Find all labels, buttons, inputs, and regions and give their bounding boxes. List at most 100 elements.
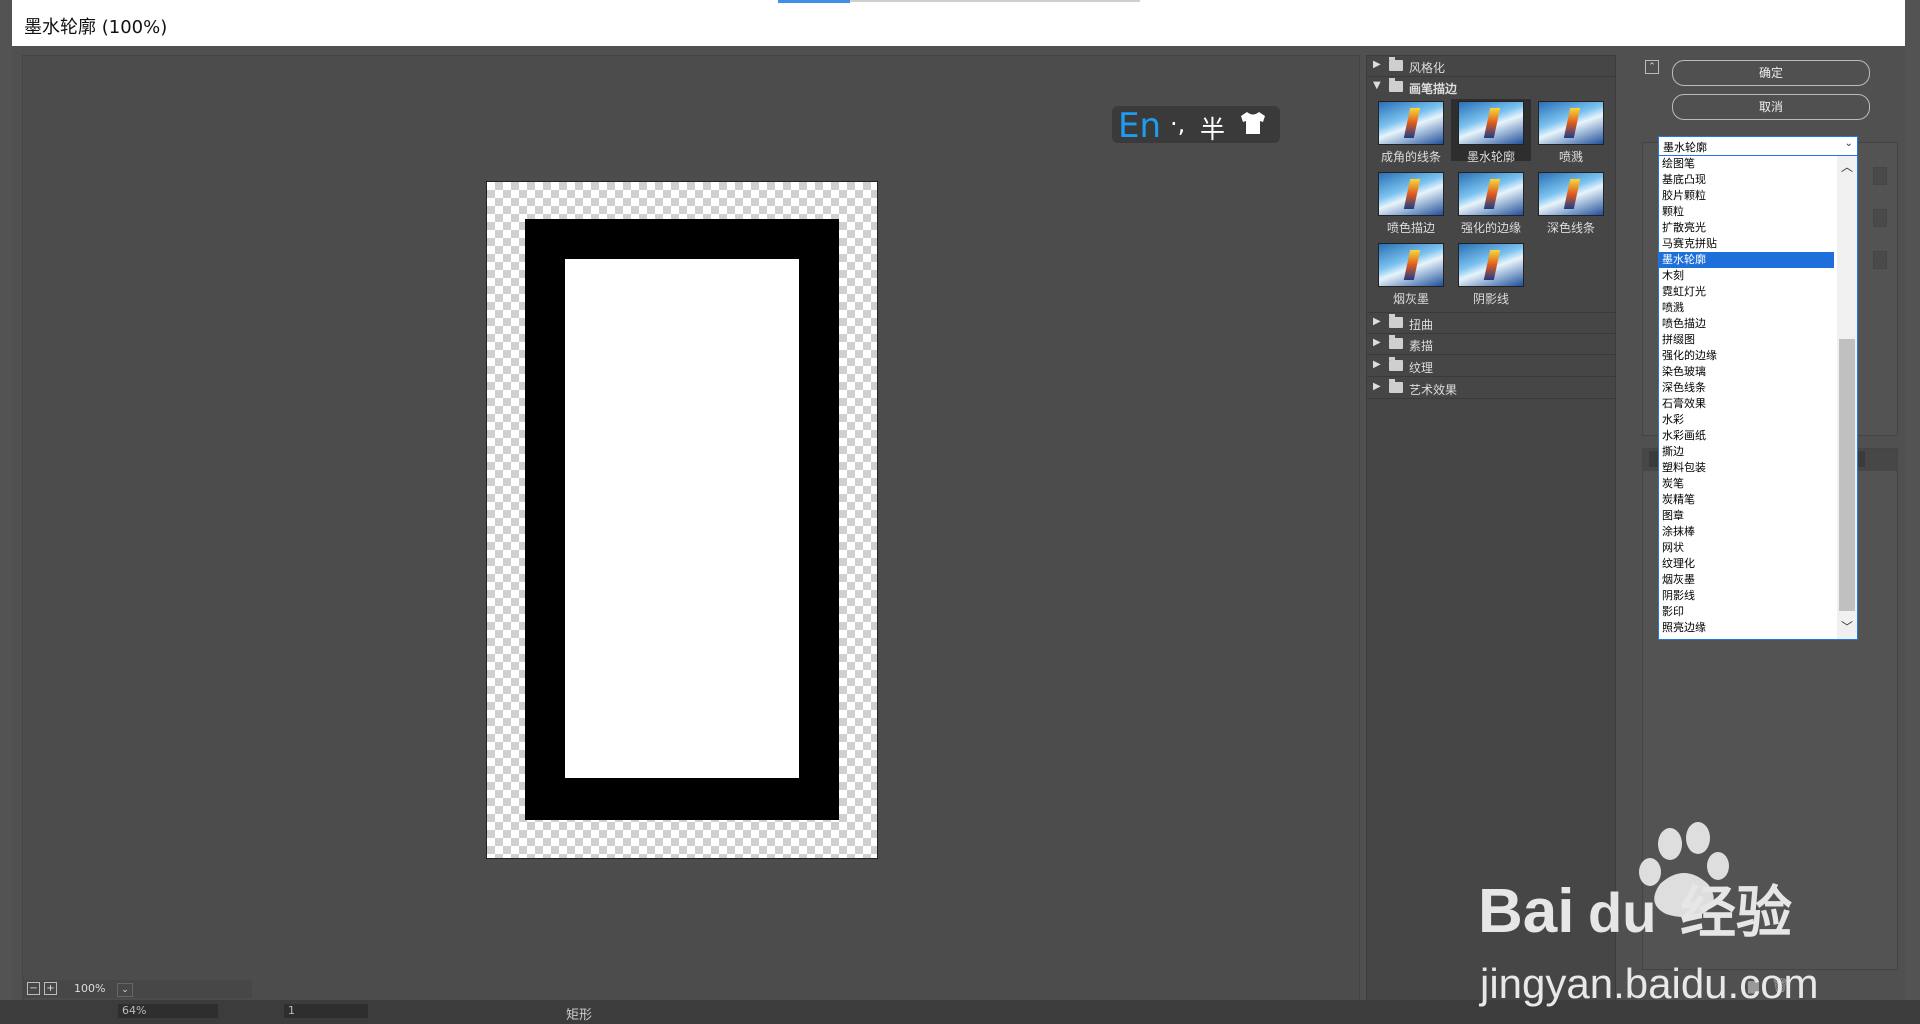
filter-thumb[interactable]: 喷色描边 (1371, 170, 1451, 235)
filter-thumbnail-image (1378, 101, 1444, 145)
expand-arrow-icon[interactable]: ▶ (1373, 59, 1381, 70)
filter-option[interactable]: 扩散亮光 (1659, 220, 1834, 236)
title-accent-bar-2 (850, 0, 1140, 2)
preview-canvas (486, 181, 878, 859)
filter-option[interactable]: 网状 (1659, 540, 1834, 556)
zoom-value[interactable]: 100% (74, 982, 105, 995)
dropdown-scrollbar[interactable]: ︿ ﹀ (1837, 156, 1857, 639)
filter-thumbnail-image (1378, 172, 1444, 216)
minus-box-icon[interactable]: − (27, 982, 40, 995)
param-slider-stub[interactable] (1873, 209, 1887, 227)
category-sketch[interactable]: ▶ 素描 (1367, 334, 1615, 355)
collapse-up-icon[interactable]: ⌃ (1645, 60, 1659, 74)
filter-option[interactable]: 撕边 (1659, 444, 1834, 460)
folder-icon (1389, 357, 1403, 371)
expand-arrow-icon[interactable]: ▶ (1373, 337, 1381, 348)
filter-thumb[interactable]: 强化的边缘 (1451, 170, 1531, 235)
filter-option[interactable]: 马赛克拼贴 (1659, 236, 1834, 252)
param-slider-stub[interactable] (1873, 251, 1887, 269)
filter-option[interactable]: 涂抹棒 (1659, 524, 1834, 540)
filter-option[interactable]: 染色玻璃 (1659, 364, 1834, 380)
dialog-titlebar: 墨水轮廓 (100%) (12, 0, 1905, 47)
param-slider-stub[interactable] (1873, 167, 1887, 185)
filter-option[interactable]: 纹理化 (1659, 556, 1834, 572)
filter-thumbnail-image (1378, 243, 1444, 287)
category-brush-strokes[interactable]: ▼ 画笔描边 (1367, 77, 1615, 97)
ime-status-bar[interactable]: En ·, 半 (1112, 106, 1280, 146)
filter-thumb[interactable]: 烟灰墨 (1371, 241, 1451, 306)
cancel-button[interactable]: 取消 (1672, 94, 1870, 120)
filter-thumbnail-image (1538, 172, 1604, 216)
filter-option[interactable]: 炭精笔 (1659, 492, 1834, 508)
ime-width[interactable]: 半 (1200, 110, 1225, 146)
filter-option[interactable]: 水彩 (1659, 412, 1834, 428)
ime-mode[interactable]: En (1118, 106, 1161, 146)
filter-option[interactable]: 木刻 (1659, 268, 1834, 284)
folder-icon (1389, 57, 1403, 71)
folder-icon (1389, 379, 1403, 393)
expand-arrow-icon[interactable]: ▶ (1373, 316, 1381, 327)
dialog-title: 墨水轮廓 (100%) (24, 17, 168, 38)
category-texture[interactable]: ▶ 纹理 (1367, 356, 1615, 377)
preview-zoom-bar: − + 100% ⌄ (22, 980, 252, 998)
filter-thumb[interactable]: 阴影线 (1451, 241, 1531, 306)
folder-icon (1389, 314, 1403, 328)
filter-option[interactable]: 烟灰墨 (1659, 572, 1834, 588)
black-frame-shape (525, 219, 839, 820)
filter-option[interactable]: 颗粒 (1659, 204, 1834, 220)
filter-option[interactable]: 胶片颗粒 (1659, 188, 1834, 204)
host-page-field[interactable]: 1 (284, 1004, 368, 1018)
category-distort[interactable]: ▶ 扭曲 (1367, 312, 1615, 334)
filter-thumbnail-image (1458, 172, 1524, 216)
ime-punct[interactable]: ·, (1170, 110, 1185, 138)
filter-option[interactable]: 绘图笔 (1659, 156, 1834, 172)
filter-select[interactable]: 墨水轮廓 ⌄ (1658, 136, 1858, 156)
filter-thumbnail-image (1458, 101, 1524, 145)
filter-option[interactable]: 深色线条 (1659, 380, 1834, 396)
filter-option[interactable]: 水彩画纸 (1659, 428, 1834, 444)
filter-option[interactable]: 拼缀图 (1659, 332, 1834, 348)
title-accent-bar (778, 0, 850, 3)
filter-thumbnail-image (1538, 101, 1604, 145)
filter-dropdown-list[interactable]: 绘图笔 基底凸现 胶片颗粒 颗粒 扩散亮光 马赛克拼贴 墨水轮廓 木刻 霓虹灯光 喷溅 喷色描边 拼缀… (1658, 155, 1858, 640)
folder-icon (1389, 335, 1403, 349)
filter-option[interactable]: 墨水轮廓 (1659, 252, 1834, 268)
filter-thumbnail-image (1458, 243, 1524, 287)
chevron-down-icon[interactable]: ⌄ (1845, 138, 1853, 149)
folder-open-icon (1389, 78, 1403, 92)
tshirt-icon[interactable] (1238, 110, 1268, 140)
filter-option[interactable]: 喷溅 (1659, 300, 1834, 316)
category-artistic[interactable]: ▶ 艺术效果 (1367, 378, 1615, 399)
filter-option[interactable]: 图章 (1659, 508, 1834, 524)
filter-option[interactable]: 喷色描边 (1659, 316, 1834, 332)
filter-option[interactable]: 照亮边缘 (1659, 620, 1834, 636)
filter-option[interactable]: 塑料包装 (1659, 460, 1834, 476)
collapse-arrow-icon[interactable]: ▼ (1373, 80, 1381, 91)
filter-thumb[interactable]: 喷溅 (1531, 99, 1611, 164)
filter-gallery-tree: ▶ 风格化 ▼ 画笔描边 成角的线条 墨水轮廓 喷溅 喷色描边 强化的边缘 深色… (1366, 55, 1616, 1001)
filter-thumb[interactable]: 深色线条 (1531, 170, 1611, 235)
scrollbar-thumb[interactable] (1839, 339, 1855, 611)
filter-option[interactable]: 石膏效果 (1659, 396, 1834, 412)
expand-arrow-icon[interactable]: ▶ (1373, 381, 1381, 392)
filter-option[interactable]: 强化的边缘 (1659, 348, 1834, 364)
category-stylize[interactable]: ▶ 风格化 (1367, 56, 1615, 77)
expand-arrow-icon[interactable]: ▶ (1373, 359, 1381, 370)
watermark-url: jingyan.baidu.com (1480, 960, 1819, 1007)
filter-select-value: 墨水轮廓 (1663, 141, 1707, 154)
filter-option[interactable]: 影印 (1659, 604, 1834, 620)
white-inner-shape (565, 259, 799, 778)
filter-thumb-selected[interactable]: 墨水轮廓 (1451, 99, 1531, 164)
filter-option[interactable]: 基底凸现 (1659, 172, 1834, 188)
chevron-down-icon[interactable]: ﹀ (1841, 618, 1853, 635)
filter-option[interactable]: 霓虹灯光 (1659, 284, 1834, 300)
host-tool-label: 矩形 (566, 1008, 593, 1023)
host-zoom-field[interactable]: 64% (118, 1004, 218, 1018)
filter-thumb[interactable]: 成角的线条 (1371, 99, 1451, 164)
chevron-up-icon[interactable]: ︿ (1841, 158, 1853, 175)
plus-box-icon[interactable]: + (44, 982, 57, 995)
ok-button[interactable]: 确定 (1672, 60, 1870, 86)
chevron-down-icon[interactable]: ⌄ (117, 983, 133, 997)
filter-option[interactable]: 炭笔 (1659, 476, 1834, 492)
filter-option[interactable]: 阴影线 (1659, 588, 1834, 604)
